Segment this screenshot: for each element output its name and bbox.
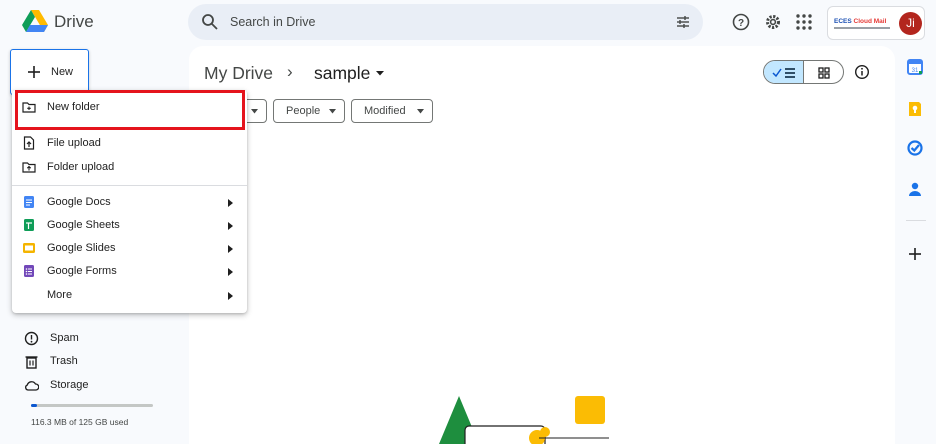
filter-chip-modified[interactable]: Modified — [351, 99, 433, 123]
menu-item-folder-upload[interactable]: Folder upload — [12, 156, 247, 179]
trash-icon — [25, 356, 38, 369]
account-switcher[interactable]: ECES Cloud Mail Ji — [827, 6, 925, 40]
submenu-arrow-icon — [228, 199, 233, 207]
menu-item-label: More — [47, 289, 73, 301]
add-addon-icon[interactable] — [906, 245, 924, 263]
breadcrumb-separator: › — [287, 62, 293, 81]
contacts-icon[interactable] — [906, 180, 924, 198]
search-bar[interactable]: Search in Drive — [188, 4, 703, 40]
apps-grid-icon[interactable] — [794, 12, 814, 32]
filter-chip-label: Modified — [364, 105, 406, 117]
keep-icon[interactable] — [906, 100, 924, 118]
empty-folder-illustration — [439, 396, 609, 444]
menu-item-label: Google Forms — [47, 265, 117, 277]
menu-item-label: Google Slides — [47, 242, 116, 254]
storage-usage-text: 116.3 MB of 125 GB used — [31, 417, 129, 427]
menu-item-more[interactable]: More — [12, 284, 247, 307]
menu-item-google-sheets[interactable]: Google Sheets — [12, 214, 247, 237]
menu-item-label: File upload — [47, 137, 101, 149]
top-bar: Drive Search in Drive ? ECES Cloud Mail … — [0, 0, 936, 46]
caret-down-icon — [251, 109, 258, 114]
list-view-icon — [772, 68, 795, 78]
grid-view-icon — [818, 67, 830, 79]
submenu-arrow-icon — [228, 292, 233, 300]
filter-chip-people[interactable]: People — [273, 99, 345, 123]
storage-usage-fill — [31, 404, 37, 407]
filter-chip-label: People — [286, 105, 321, 117]
spam-icon — [24, 331, 39, 346]
caret-down-icon — [417, 109, 424, 114]
org-logo-accent: Cloud Mail — [853, 18, 887, 25]
caret-down-icon — [329, 109, 336, 114]
cloud-icon — [25, 381, 39, 391]
menu-item-label: Google Docs — [47, 196, 111, 208]
folder-upload-icon — [22, 162, 36, 173]
main-content: My Drive › sample People Modified — [189, 46, 895, 444]
new-button-label: New — [51, 66, 74, 78]
settings-icon[interactable] — [763, 12, 783, 32]
app-name[interactable]: Drive — [54, 12, 94, 32]
calendar-icon[interactable]: 31 — [906, 58, 924, 76]
menu-item-label: Google Sheets — [47, 219, 120, 231]
svg-text:?: ? — [738, 18, 744, 29]
menu-divider — [12, 185, 247, 186]
avatar[interactable]: Ji — [899, 12, 922, 35]
submenu-arrow-icon — [228, 222, 233, 230]
drive-logo-icon[interactable] — [22, 9, 48, 33]
view-toggle[interactable] — [763, 60, 844, 84]
file-upload-icon — [23, 136, 35, 150]
sidebar-item-label: Storage — [50, 379, 89, 391]
new-button[interactable]: New — [10, 49, 89, 95]
storage-usage-bar — [31, 404, 153, 407]
list-view-button[interactable] — [764, 61, 804, 83]
breadcrumb-my-drive[interactable]: My Drive — [204, 63, 273, 84]
menu-item-file-upload[interactable]: File upload — [12, 132, 247, 155]
menu-item-google-forms[interactable]: Google Forms — [12, 260, 247, 283]
google-sheets-icon — [24, 219, 34, 231]
caret-down-icon[interactable] — [375, 68, 385, 78]
org-logo-tagline — [834, 27, 890, 29]
google-slides-icon — [23, 243, 35, 253]
org-logo-main: ECES — [834, 18, 854, 25]
search-input[interactable]: Search in Drive — [230, 15, 315, 29]
sidebar-item-label: Trash — [50, 355, 78, 367]
help-icon[interactable]: ? — [731, 12, 751, 32]
menu-item-google-slides[interactable]: Google Slides — [12, 237, 247, 260]
search-icon[interactable] — [201, 13, 219, 31]
search-options-icon[interactable] — [675, 14, 691, 30]
info-icon[interactable] — [854, 64, 870, 80]
breadcrumb-current-folder[interactable]: sample — [314, 63, 370, 84]
google-docs-icon — [24, 196, 34, 208]
tasks-icon[interactable] — [906, 139, 924, 157]
plus-icon — [28, 66, 40, 78]
rail-divider — [906, 220, 926, 221]
organization-logo: ECES Cloud Mail — [834, 18, 886, 25]
grid-view-button[interactable] — [804, 61, 843, 83]
new-folder-highlight-box — [15, 90, 245, 130]
submenu-arrow-icon — [228, 245, 233, 253]
menu-item-google-docs[interactable]: Google Docs — [12, 191, 247, 214]
svg-text:31: 31 — [912, 68, 919, 74]
sidebar-item-label: Spam — [50, 332, 79, 344]
menu-item-label: Folder upload — [47, 161, 115, 173]
google-forms-icon — [24, 265, 34, 277]
submenu-arrow-icon — [228, 268, 233, 276]
